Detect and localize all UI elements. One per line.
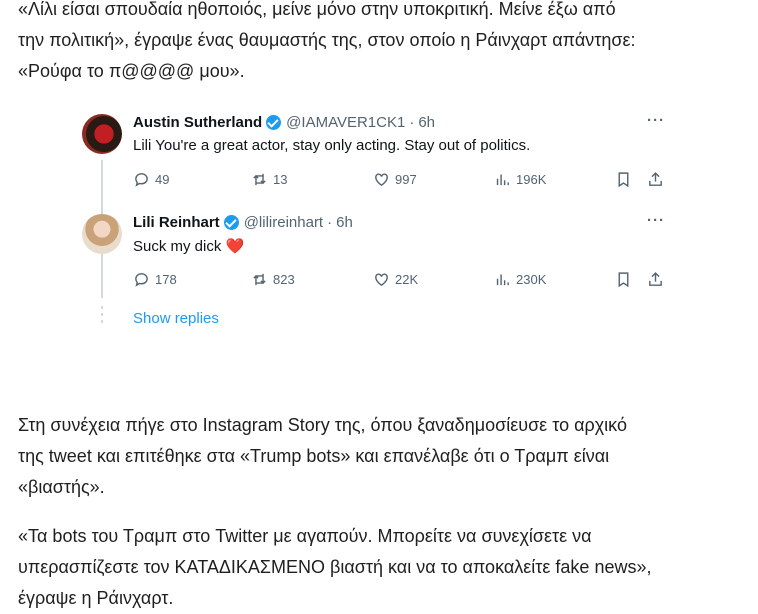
retweet-icon (253, 173, 266, 186)
share-button[interactable] (647, 271, 669, 288)
views-button[interactable]: 196K (494, 171, 546, 188)
paragraph-line: υπερασπίζεστε τον ΚΑΤΑΔΙΚΑΣΜΕΝΟ βιαστή κ… (18, 557, 652, 577)
tweet-header: Austin Sutherland @IAMAVER1CK1 · 6h (133, 114, 435, 131)
retweet-count: 823 (273, 272, 295, 287)
views-button[interactable]: 230K (494, 271, 546, 288)
like-count: 22K (395, 272, 419, 287)
tweet-actions: 49 13 997 196K (133, 171, 673, 191)
views-icon (496, 274, 509, 286)
share-icon (649, 272, 662, 286)
verified-icon (223, 215, 239, 230)
retweet-count: 13 (273, 172, 288, 187)
reply-icon (135, 173, 148, 187)
like-icon (375, 173, 388, 187)
paragraph-line: την πολιτική», έγραψε ένας θαυμαστής της… (18, 30, 636, 50)
article-paragraph-3: «Τα bots του Τραμπ στο Twitter με αγαπού… (18, 521, 748, 614)
separator: · (409, 114, 415, 131)
reply-count: 178 (155, 272, 177, 287)
thread-dots (101, 306, 103, 326)
timestamp[interactable]: 6h (336, 214, 353, 231)
tweet-actions: 178 823 22K 230K (133, 271, 673, 291)
paragraph-line: «Ρούφα το π@@@@ μου». (18, 61, 245, 81)
reply-button[interactable]: 49 (133, 171, 169, 188)
show-replies-link[interactable]: Show replies (133, 310, 219, 327)
author-handle[interactable]: @lilireinhart (244, 214, 323, 231)
separator: · (327, 214, 333, 231)
like-count: 997 (395, 172, 417, 187)
paragraph-line: της tweet και επιτέθηκε στα «Trump bots»… (18, 446, 610, 466)
tweet-text-body: Suck my dick (133, 238, 222, 255)
more-icon[interactable]: ··· (647, 212, 665, 229)
like-button[interactable]: 22K (373, 271, 418, 288)
tweet-text: Lili You're a great actor, stay only act… (133, 137, 531, 154)
retweet-button[interactable]: 823 (251, 271, 295, 288)
heart-emoji-icon: ❤️ (225, 238, 245, 255)
paragraph-line: «Τα bots του Τραμπ στο Twitter με αγαπού… (18, 526, 592, 546)
view-count: 230K (516, 272, 547, 287)
paragraph-line: «Λίλι είσαι σπουδαία ηθοποιός, μείνε μόν… (18, 0, 616, 19)
article-paragraph-1: «Λίλι είσαι σπουδαία ηθοποιός, μείνε μόν… (18, 0, 748, 87)
tweet-text: Suck my dick ❤️ (133, 237, 244, 255)
timestamp[interactable]: 6h (418, 114, 435, 131)
bookmark-icon (618, 172, 629, 188)
avatar[interactable] (82, 114, 122, 154)
author-name[interactable]: Lili Reinhart (133, 214, 220, 231)
views-icon (496, 174, 509, 186)
bookmark-button[interactable] (615, 171, 637, 188)
tweet-header: Lili Reinhart @lilireinhart · 6h (133, 214, 353, 231)
like-icon (375, 273, 388, 287)
paragraph-line: Στη συνέχεια πήγε στο Instagram Story τη… (18, 415, 627, 435)
bookmark-icon (618, 272, 629, 288)
like-button[interactable]: 997 (373, 171, 417, 188)
reply-icon (135, 273, 148, 287)
view-count: 196K (516, 172, 547, 187)
more-icon[interactable]: ··· (647, 112, 665, 129)
bookmark-button[interactable] (615, 271, 637, 288)
retweet-button[interactable]: 13 (251, 171, 287, 188)
retweet-icon (253, 273, 266, 286)
paragraph-line: «βιαστής». (18, 477, 105, 497)
share-icon (649, 172, 662, 186)
author-handle[interactable]: @IAMAVER1CK1 (286, 114, 405, 131)
author-name[interactable]: Austin Sutherland (133, 114, 262, 131)
paragraph-line: έγραψε η Ράινχαρτ. (18, 588, 174, 608)
article-paragraph-2: Στη συνέχεια πήγε στο Instagram Story τη… (18, 410, 748, 503)
reply-count: 49 (155, 172, 170, 187)
verified-icon (266, 115, 282, 130)
avatar[interactable] (82, 214, 122, 254)
embedded-tweet-thread: Austin Sutherland @IAMAVER1CK1 · 6h ··· … (80, 108, 680, 338)
reply-button[interactable]: 178 (133, 271, 177, 288)
share-button[interactable] (647, 171, 669, 188)
